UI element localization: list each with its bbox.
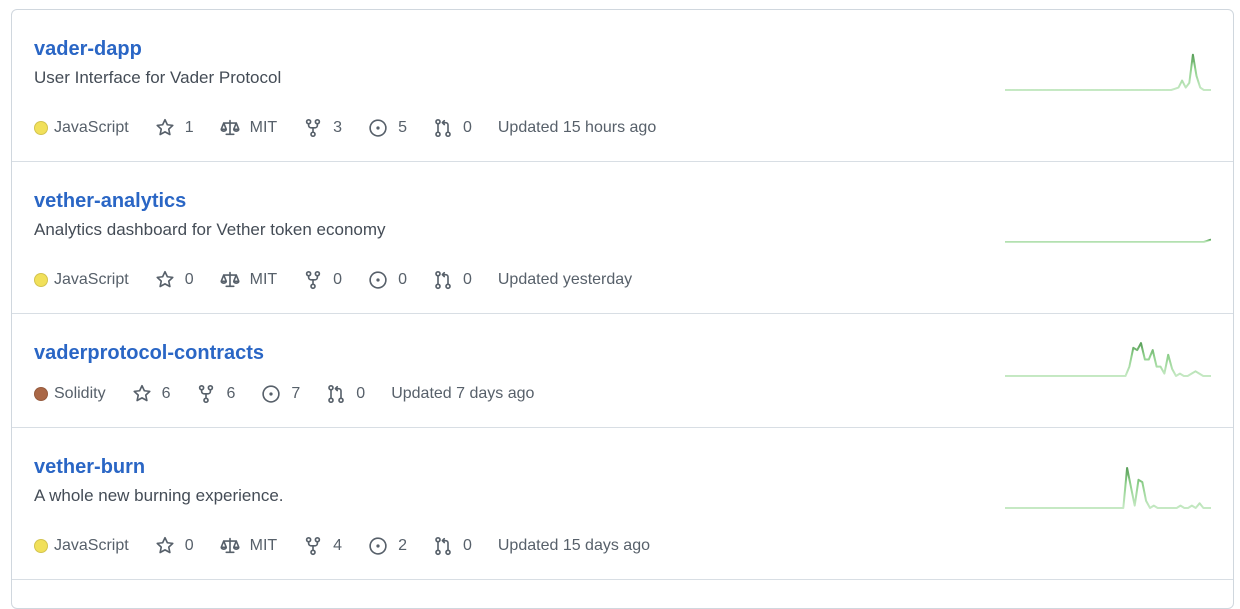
star-icon (155, 118, 175, 138)
license-label: MIT (249, 271, 278, 288)
license: MIT (220, 118, 278, 138)
license-label: MIT (249, 537, 278, 554)
fork-icon (196, 384, 216, 404)
issue-opened-icon (368, 536, 388, 556)
issues-count: 7 (291, 385, 301, 402)
issues-link[interactable]: 0 (368, 270, 407, 290)
sparkline-path (1005, 467, 1211, 509)
license-label: MIT (249, 119, 278, 136)
language-color-dot (34, 387, 48, 401)
stars-count: 0 (184, 537, 194, 554)
pulls-link[interactable]: 0 (433, 536, 472, 556)
repo-meta: JavaScript 0 MIT 4 2 0 Updated 15 days a… (34, 535, 676, 557)
fork-icon (303, 270, 323, 290)
stars-link[interactable]: 0 (155, 270, 194, 290)
language-label: Solidity (54, 385, 106, 402)
activity-sparkline (1005, 467, 1211, 509)
repo-row: vether-analytics Analytics dashboard for… (12, 162, 1233, 314)
pull-request-icon (433, 118, 453, 138)
issues-count: 5 (398, 119, 407, 136)
fork-icon (303, 118, 323, 138)
law-icon (220, 536, 240, 556)
sparkline-path (1005, 238, 1211, 243)
license: MIT (220, 270, 278, 290)
license: MIT (220, 536, 278, 556)
language-label: JavaScript (54, 537, 129, 554)
pulls-link[interactable]: 0 (433, 270, 472, 290)
language-color-dot (34, 121, 48, 135)
issues-link[interactable]: 5 (368, 118, 407, 138)
pulls-link[interactable]: 0 (433, 118, 472, 138)
language-label: JavaScript (54, 119, 129, 136)
law-icon (220, 270, 240, 290)
sparkline-path (1005, 342, 1211, 377)
fork-icon (303, 536, 323, 556)
forks-link[interactable]: 4 (303, 536, 342, 556)
language: JavaScript (34, 271, 129, 289)
star-icon (132, 384, 152, 404)
law-icon (220, 118, 240, 138)
issues-count: 0 (398, 271, 407, 288)
repo-row: vader-dapp User Interface for Vader Prot… (12, 10, 1233, 162)
stars-count: 6 (161, 385, 171, 402)
repo-meta: Solidity 6 6 7 0 Updated 7 days ago (34, 383, 560, 405)
issues-count: 2 (398, 537, 407, 554)
pulls-count: 0 (462, 537, 472, 554)
stars-link[interactable]: 0 (155, 536, 194, 556)
language-color-dot (34, 273, 48, 287)
issue-opened-icon (368, 118, 388, 138)
forks-count: 6 (226, 385, 236, 402)
pulls-count: 0 (356, 385, 366, 402)
star-icon (155, 536, 175, 556)
pull-request-icon (433, 270, 453, 290)
updated-time: Updated 15 hours ago (497, 119, 657, 136)
star-icon (155, 270, 175, 290)
repo-meta: JavaScript 1 MIT 3 5 0 Updated 15 hours … (34, 117, 682, 139)
language-color-dot (34, 539, 48, 553)
repo-name-link[interactable]: vaderprotocol-contracts (34, 342, 264, 365)
activity-sparkline (1005, 238, 1211, 243)
forks-count: 3 (333, 119, 343, 136)
stars-count: 1 (184, 119, 194, 136)
issue-opened-icon (368, 270, 388, 290)
repo-name-link[interactable]: vether-burn (34, 456, 145, 479)
activity-sparkline (1005, 53, 1211, 91)
repo-list: vader-dapp User Interface for Vader Prot… (11, 9, 1234, 609)
forks-link[interactable]: 3 (303, 118, 342, 138)
repo-name-link[interactable]: vether-analytics (34, 190, 186, 213)
stars-link[interactable]: 6 (132, 384, 171, 404)
repo-row: vether-burn A whole new burning experien… (12, 428, 1233, 580)
activity-sparkline (1005, 342, 1211, 377)
language-label: JavaScript (54, 271, 129, 288)
forks-link[interactable]: 0 (303, 270, 342, 290)
pull-request-icon (433, 536, 453, 556)
updated-time: Updated 15 days ago (497, 537, 650, 554)
pulls-count: 0 (462, 119, 472, 136)
updated-time: Updated yesterday (497, 271, 633, 288)
language: JavaScript (34, 119, 129, 137)
repo-description: A whole new burning experience. (34, 486, 284, 505)
pulls-count: 0 (462, 271, 472, 288)
language: JavaScript (34, 537, 129, 555)
repo-name-link[interactable]: vader-dapp (34, 38, 142, 61)
sparkline-path (1005, 53, 1211, 91)
stars-count: 0 (184, 271, 194, 288)
repo-description: Analytics dashboard for Vether token eco… (34, 220, 386, 239)
forks-count: 0 (333, 271, 343, 288)
pull-request-icon (326, 384, 346, 404)
issues-link[interactable]: 7 (261, 384, 300, 404)
language: Solidity (34, 385, 106, 403)
forks-link[interactable]: 6 (196, 384, 235, 404)
issue-opened-icon (261, 384, 281, 404)
repo-row: vaderprotocol-contracts Solidity 6 6 7 0 (12, 314, 1233, 428)
repo-meta: JavaScript 0 MIT 0 0 0 Updated yesterday (34, 269, 658, 291)
repo-description: User Interface for Vader Protocol (34, 68, 282, 87)
updated-time: Updated 7 days ago (391, 385, 535, 402)
stars-link[interactable]: 1 (155, 118, 194, 138)
forks-count: 4 (333, 537, 343, 554)
pulls-link[interactable]: 0 (326, 384, 365, 404)
issues-link[interactable]: 2 (368, 536, 407, 556)
